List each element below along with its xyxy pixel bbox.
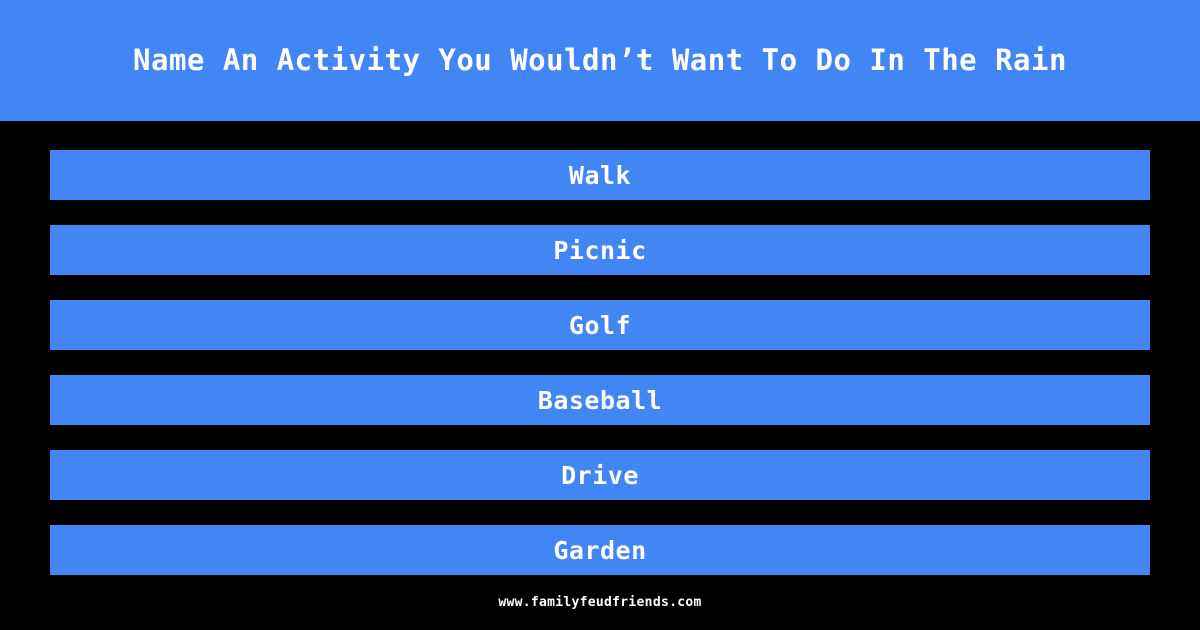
question-banner: Name An Activity You Wouldn’t Want To Do…: [0, 0, 1200, 121]
answer-row[interactable]: Garden: [50, 525, 1150, 575]
answers-list: Walk Picnic Golf Baseball Drive Garden: [0, 121, 1200, 575]
site-url[interactable]: www.familyfeudfriends.com: [498, 596, 701, 609]
footer: www.familyfeudfriends.com: [0, 575, 1200, 630]
answer-label: Picnic: [553, 235, 647, 265]
page-title: Name An Activity You Wouldn’t Want To Do…: [133, 43, 1067, 77]
answer-label: Garden: [553, 535, 647, 565]
answer-card: Name An Activity You Wouldn’t Want To Do…: [0, 0, 1200, 630]
answer-row[interactable]: Picnic: [50, 225, 1150, 275]
answer-row[interactable]: Walk: [50, 150, 1150, 200]
answer-row[interactable]: Golf: [50, 300, 1150, 350]
answer-label: Baseball: [537, 385, 663, 415]
answer-label: Drive: [561, 460, 639, 490]
answer-row[interactable]: Drive: [50, 450, 1150, 500]
answer-label: Walk: [568, 160, 632, 190]
answer-label: Golf: [568, 310, 632, 340]
answer-row[interactable]: Baseball: [50, 375, 1150, 425]
